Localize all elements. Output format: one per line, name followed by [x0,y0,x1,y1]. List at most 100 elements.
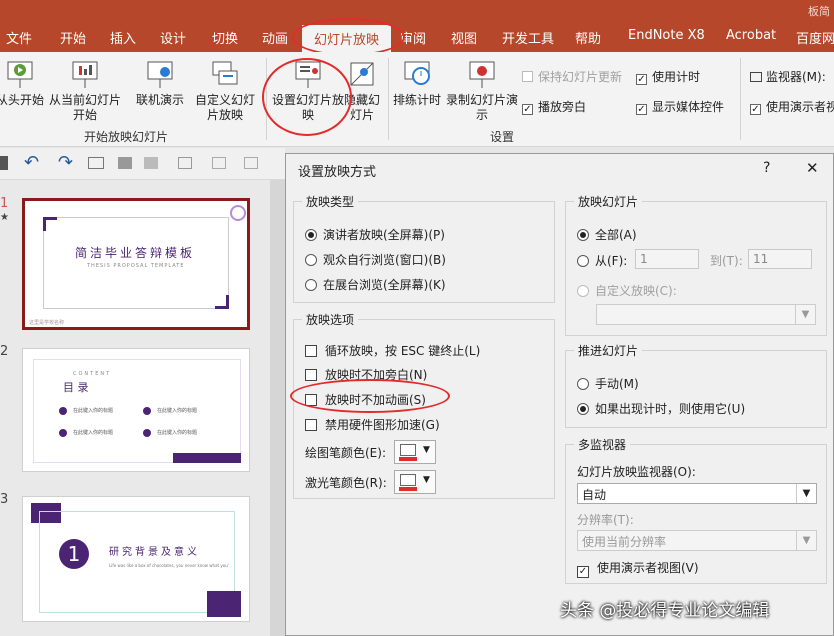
play-narrations-checkbox[interactable]: ✓播放旁白 [522,98,586,115]
toc-item: 在此键入你的标题 [73,429,113,436]
group-label: 推进幻灯片 [574,342,642,359]
presenter-view-checkbox[interactable]: ✓使用演示者视图(V) [577,559,699,578]
slide-thumbnail-1[interactable]: 简洁毕业答辩模板 THESIS PROPOSAL TEMPLATE 这里是学校名… [22,198,250,330]
slide-number: 1 [0,196,8,211]
record-slideshow-button[interactable]: 录制幻灯片演示 [446,60,518,123]
presenter-fullscreen-radio[interactable]: 演讲者放映(全屏幕)(P) [305,226,445,243]
slide-thumbnail-3[interactable]: 1 研究背景及意义 Life was like a box of chocola… [22,496,250,622]
pen-color-label: 绘图笔颜色(E): [305,444,386,461]
ribbon-separator [740,58,741,140]
help-button[interactable]: ? [763,160,770,176]
highlight-oval-no-animation [290,379,450,413]
close-button[interactable]: ✕ [806,159,819,177]
highlight-oval-tab [292,18,405,56]
close-box-icon[interactable] [118,157,132,169]
ribbon-tabs: 文件 开始 插入 设计 切换 动画 幻灯片放映 审阅 视图 开发工具 帮助 En… [0,22,834,52]
color-swatch [399,487,417,491]
tab-endnote[interactable]: EndNote X8 [628,28,705,43]
align-icon[interactable] [212,157,226,169]
timer-icon [403,60,431,90]
tab-help[interactable]: 帮助 [575,28,601,47]
dialog-title: 设置放映方式 [298,161,376,180]
setup-show-dialog: 设置放映方式 ? ✕ 放映类型 演讲者放映(全屏幕)(P) 观众自行浏览(窗口)… [285,153,834,636]
from-current-button[interactable]: 从当前幻灯片开始 [48,60,122,123]
tab-view[interactable]: 视图 [451,28,477,47]
chevron-down-icon: ▼ [796,531,816,550]
presentation-icon [71,60,99,90]
presenter-view-checkbox[interactable]: ✓使用演示者视 [750,98,834,115]
tab-home[interactable]: 开始 [60,28,86,47]
paint-bucket-icon [400,474,416,486]
rehearse-timings-button[interactable]: 排练计时 [390,60,444,108]
slide-number: 2 [0,344,8,359]
resolution-dropdown[interactable]: 使用当前分辨率▼ [577,530,817,551]
from-spinner[interactable]: 1 [635,249,699,269]
text-icon[interactable] [178,157,192,169]
group-label: 放映幻灯片 [574,193,642,210]
tab-baidu[interactable]: 百度网 [796,28,834,47]
window-browse-radio[interactable]: 观众自行浏览(窗口)(B) [305,251,446,268]
tab-insert[interactable]: 插入 [110,28,136,47]
shape-icon[interactable] [144,157,158,169]
manual-radio[interactable]: 手动(M) [577,375,639,392]
grid-icon[interactable] [244,157,258,169]
slide-title: 简洁毕业答辩模板 [75,244,195,261]
show-media-checkbox[interactable]: ✓显示媒体控件 [636,98,724,115]
custom-show-dropdown[interactable]: ▼ [596,304,816,325]
online-icon [146,60,174,90]
from-radio[interactable]: 从(F): [577,252,627,269]
chevron-down-icon: ▼ [423,475,430,485]
custom-show-radio[interactable]: 自定义放映(C): [577,282,677,299]
toc-item: 在此键入你的标题 [73,407,113,414]
hide-slide-icon [348,60,376,90]
color-swatch [399,457,417,461]
online-present-button[interactable]: 联机演示 [130,60,190,108]
record-icon [468,60,496,90]
monitor-icon [750,72,762,82]
tab-transitions[interactable]: 切换 [212,28,238,47]
bullet-icon [59,407,67,415]
toc-item: 在此键入你的标题 [157,407,197,414]
kiosk-radio[interactable]: 在展台浏览(全屏幕)(K) [305,276,446,293]
highlight-oval-setup [262,58,352,136]
paint-bucket-icon [400,444,416,456]
tab-design[interactable]: 设计 [160,28,186,47]
undo-icon[interactable]: ↶ [24,152,39,173]
window-title: 板简 [808,3,830,19]
custom-show-icon [211,60,239,90]
tab-acrobat[interactable]: Acrobat [726,28,776,43]
from-start-button[interactable]: 从头开始 [0,60,46,108]
custom-show-button[interactable]: 自定义幻灯片放映 [190,60,260,123]
ribbon: 从头开始 从当前幻灯片开始 联机演示 自定义幻灯片放映 开始放映幻灯片 设置幻灯… [0,52,834,147]
play-icon [6,60,34,90]
group-label-setup: 设置 [490,128,514,145]
show-type-group: 放映类型 演讲者放映(全屏幕)(P) 观众自行浏览(窗口)(B) 在展台浏览(全… [293,201,555,303]
bullet-icon [143,429,151,437]
slide-thumbnail-2[interactable]: CONTENT 目 录 在此键入你的标题 在此键入你的标题 在此键入你的标题 在… [22,348,250,472]
pen-color-picker[interactable]: ▼ [394,440,436,464]
chevron-down-icon: ▼ [423,445,430,455]
laser-color-picker[interactable]: ▼ [394,470,436,494]
to-label: 到(T): [710,252,743,269]
use-timings-checkbox[interactable]: ✓使用计时 [636,68,700,85]
all-slides-radio[interactable]: 全部(A) [577,226,637,243]
use-timings-radio[interactable]: 如果出现计时，则使用它(U) [577,400,745,417]
to-spinner[interactable]: 11 [748,249,812,269]
school-logo [230,205,246,221]
tab-animations[interactable]: 动画 [262,28,288,47]
save-icon[interactable] [0,156,8,170]
loop-checkbox[interactable]: 循环放映，按 ESC 键终止(L) [305,342,480,359]
tab-file[interactable]: 文件 [6,28,32,47]
section-body: Life was like a box of chocolates, you n… [109,563,229,568]
resolution-label: 分辨率(T): [577,511,634,528]
content-label: CONTENT [73,371,111,377]
section-number: 1 [59,539,89,569]
monitor-selector[interactable]: 监视器(M): [750,68,826,85]
table-icon[interactable] [88,157,104,169]
disable-hw-accel-checkbox[interactable]: 禁用硬件图形加速(G) [305,416,440,433]
keep-updated-checkbox[interactable]: 保持幻灯片更新 [522,68,622,85]
monitor-dropdown[interactable]: 自动▼ [577,483,817,504]
redo-icon[interactable]: ↷ [58,152,73,173]
corner-decor [43,217,57,231]
tab-developer[interactable]: 开发工具 [502,28,554,47]
